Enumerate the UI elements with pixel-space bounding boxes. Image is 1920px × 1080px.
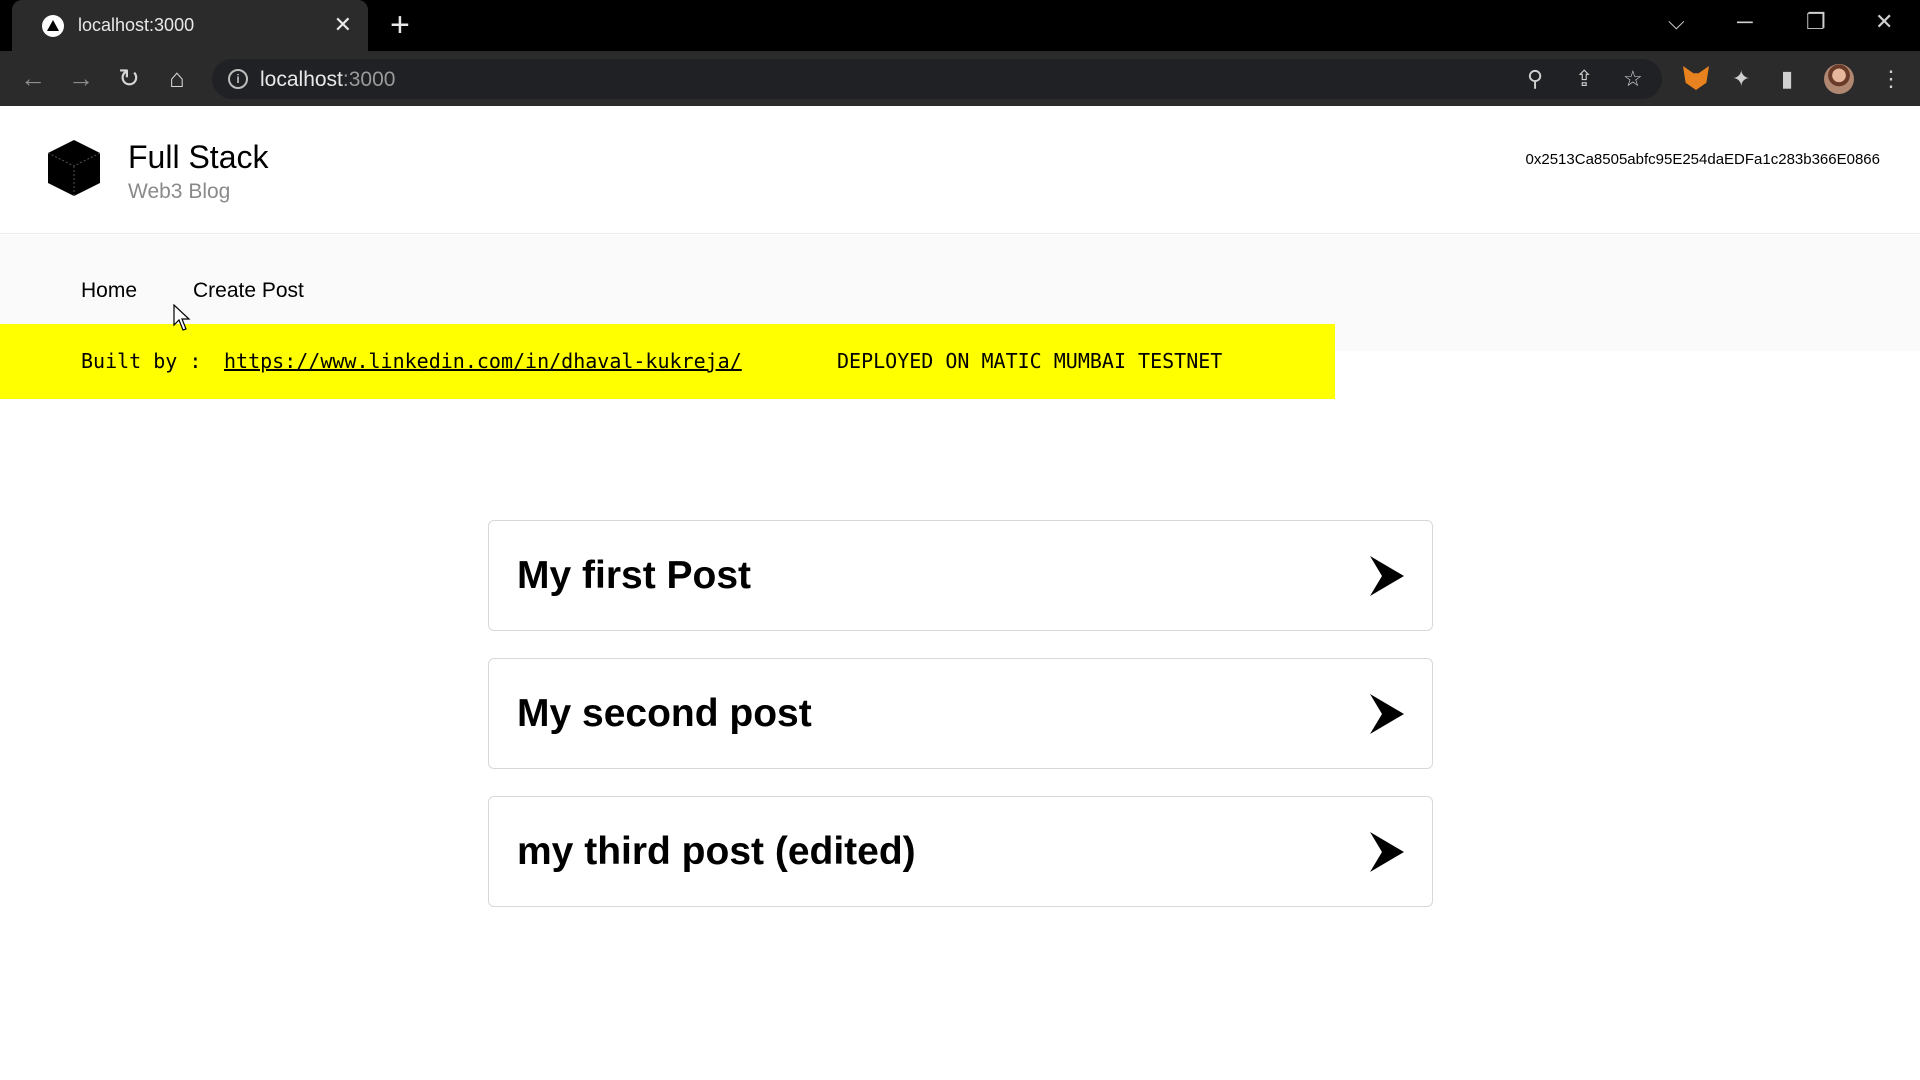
bookmark-star-icon[interactable]: ☆ bbox=[1623, 64, 1643, 94]
forward-button[interactable]: → bbox=[65, 62, 97, 94]
site-subtitle: Web3 Blog bbox=[128, 180, 231, 203]
post-title[interactable]: My second post bbox=[517, 692, 812, 736]
browser-tab[interactable]: localhost:3000 ✕ bbox=[12, 0, 368, 51]
address-bar[interactable]: i localhost:3000 ⚲ ⇪ ☆ bbox=[212, 59, 1662, 99]
browser-menu-icon[interactable]: ⋮ bbox=[1880, 67, 1902, 91]
tab-search-icon[interactable]: ⌵ bbox=[1668, 8, 1685, 36]
metamask-extension-icon[interactable] bbox=[1683, 66, 1709, 90]
cube-logo-icon[interactable] bbox=[44, 138, 104, 198]
address-port: :3000 bbox=[342, 68, 396, 91]
minimize-button[interactable]: ─ bbox=[1737, 8, 1753, 36]
chevron-right-icon bbox=[1370, 694, 1404, 734]
reload-button[interactable]: ↻ bbox=[113, 62, 145, 94]
post-card[interactable]: My second post bbox=[488, 658, 1433, 769]
chevron-right-icon bbox=[1370, 556, 1404, 596]
profile-avatar[interactable] bbox=[1824, 64, 1854, 94]
vercel-favicon-icon bbox=[42, 15, 64, 37]
web-page: Full Stack Web3 Blog 0x2513Ca8505abfc95E… bbox=[0, 106, 1920, 1080]
tab-title: localhost:3000 bbox=[78, 15, 195, 35]
address-host: localhost bbox=[260, 68, 343, 91]
post-card[interactable]: my third post (edited) bbox=[488, 796, 1433, 907]
chevron-right-icon bbox=[1370, 832, 1404, 872]
post-title[interactable]: my third post (edited) bbox=[517, 830, 916, 874]
restore-button[interactable]: ❐ bbox=[1806, 8, 1826, 36]
wallet-address: 0x2513Ca8505abfc95E254daEDFa1c283b366E08… bbox=[1525, 151, 1880, 168]
address-url[interactable]: localhost:3000 bbox=[260, 68, 395, 92]
site-info-icon[interactable]: i bbox=[228, 69, 248, 89]
site-title[interactable]: Full Stack bbox=[128, 139, 268, 176]
builder-banner: Built by : https://www.linkedin.com/in/d… bbox=[0, 324, 1335, 399]
browser-toolbar: ← → ↻ ⌂ i localhost:3000 ⚲ ⇪ ☆ ✦ ▮ ⋮ bbox=[0, 51, 1920, 106]
mouse-cursor-icon bbox=[173, 304, 191, 331]
nav-link-home[interactable]: Home bbox=[81, 279, 137, 303]
side-panel-icon[interactable]: ▮ bbox=[1781, 67, 1793, 91]
banner-prefix: Built by : bbox=[81, 349, 202, 373]
zoom-icon[interactable]: ⚲ bbox=[1527, 64, 1543, 94]
share-icon[interactable]: ⇪ bbox=[1575, 64, 1593, 94]
banner-linkedin-link[interactable]: https://www.linkedin.com/in/dhaval-kukre… bbox=[224, 349, 742, 373]
home-button[interactable]: ⌂ bbox=[161, 62, 193, 94]
back-button[interactable]: ← bbox=[17, 62, 49, 94]
browser-tab-strip: localhost:3000 ✕ + ⌵ ─ ❐ ✕ bbox=[0, 0, 1920, 51]
close-window-button[interactable]: ✕ bbox=[1875, 8, 1893, 36]
post-card[interactable]: My first Post bbox=[488, 520, 1433, 631]
site-header: Full Stack Web3 Blog 0x2513Ca8505abfc95E… bbox=[0, 106, 1920, 234]
post-title[interactable]: My first Post bbox=[517, 554, 751, 598]
banner-deployed-text: DEPLOYED ON MATIC MUMBAI TESTNET bbox=[837, 349, 1223, 373]
extensions-puzzle-icon[interactable]: ✦ bbox=[1732, 67, 1750, 91]
nav-link-create-post[interactable]: Create Post bbox=[193, 279, 304, 303]
tab-close-icon[interactable]: ✕ bbox=[334, 11, 352, 39]
new-tab-button[interactable]: + bbox=[390, 8, 410, 42]
